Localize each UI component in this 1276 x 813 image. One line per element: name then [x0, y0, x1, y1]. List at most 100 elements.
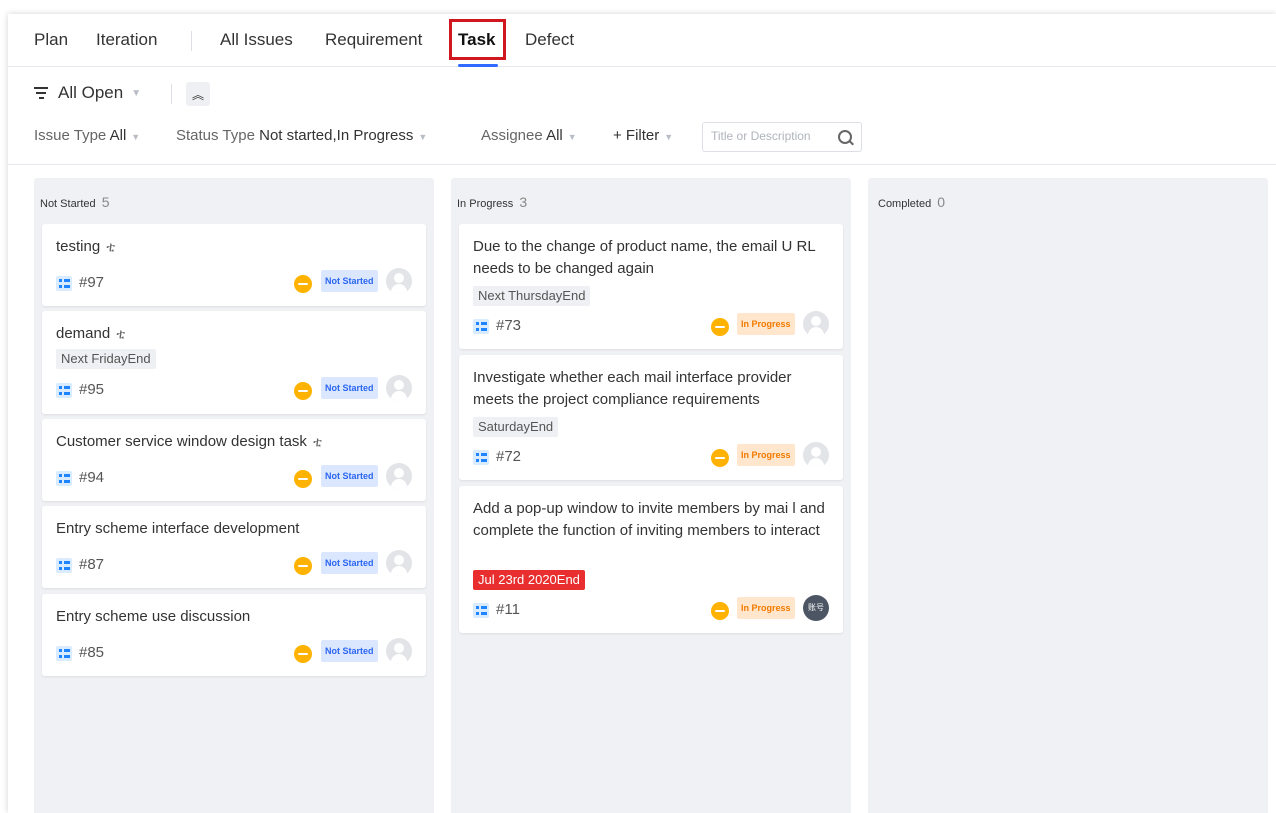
avatar[interactable] — [803, 442, 829, 468]
chevron-down-icon: ▼ — [418, 132, 428, 142]
chevron-down-icon: ▼ — [664, 132, 674, 142]
column-title: Completed — [878, 198, 932, 210]
filter-icon — [34, 87, 48, 99]
priority-icon — [294, 382, 312, 400]
column-title: Not Started — [40, 198, 96, 210]
due-date-tag: SaturdayEnd — [473, 417, 559, 437]
tab-iteration[interactable]: Iteration — [96, 30, 157, 50]
view-selector[interactable]: All Open ▼ — [34, 83, 141, 103]
avatar[interactable] — [386, 463, 412, 489]
card-title-row: testing ቲ — [56, 236, 416, 258]
task-card[interactable]: Entry scheme use discussion #85 Not Star… — [42, 594, 426, 676]
app-frame: Plan Iteration All Issues Requirement Ta… — [8, 14, 1276, 813]
card-title: Add a pop-up window to invite members by… — [473, 500, 825, 539]
task-card[interactable]: Due to the change of product name, the e… — [459, 224, 843, 349]
column-count: 5 — [101, 194, 110, 210]
card-title-row: demand ቲ — [56, 323, 416, 345]
priority-icon — [711, 602, 729, 620]
column-header: Not Started 5 — [40, 194, 110, 210]
status-badge[interactable]: Not Started — [321, 640, 378, 662]
due-date-tag-overdue: Jul 23rd 2020End — [473, 570, 585, 590]
issue-id: #85 — [79, 644, 105, 661]
issue-id: #11 — [496, 601, 520, 618]
task-card[interactable]: Investigate whether each mail interface … — [459, 355, 843, 480]
avatar[interactable] — [386, 550, 412, 576]
tab-bar: Plan Iteration All Issues Requirement Ta… — [8, 14, 1276, 67]
card-title: Investigate whether each mail interface … — [473, 369, 792, 408]
tab-divider — [191, 31, 192, 51]
chevron-down-icon: ▼ — [131, 132, 141, 142]
due-date-tag: Next ThursdayEnd — [473, 286, 591, 306]
tab-defect[interactable]: Defect — [525, 30, 574, 50]
subtask-icon: ቲ — [106, 239, 116, 254]
avatar[interactable] — [386, 268, 412, 294]
assignee-value: All — [546, 127, 563, 144]
double-chevron-up-icon[interactable]: ︽ — [186, 82, 210, 106]
card-title-row: Entry scheme interface development — [56, 518, 416, 540]
column-count: 0 — [937, 194, 946, 210]
status-badge[interactable]: Not Started — [321, 270, 378, 292]
issue-id: #87 — [79, 556, 105, 573]
status-badge[interactable]: Not Started — [321, 377, 378, 399]
view-label: All Open — [58, 83, 124, 102]
add-filter-button[interactable]: + Filter ▼ — [613, 127, 673, 144]
column-count: 3 — [519, 194, 528, 210]
task-card[interactable]: Add a pop-up window to invite members by… — [459, 486, 843, 633]
priority-icon — [294, 275, 312, 293]
status-type-filter[interactable]: Status Type Not started,In Progress ▼ — [176, 127, 427, 144]
issue-type-label: Issue Type — [34, 127, 107, 144]
tab-plan[interactable]: Plan — [34, 30, 68, 50]
status-badge[interactable]: In Progress — [737, 313, 795, 335]
task-card[interactable]: testing ቲ #97 Not Started — [42, 224, 426, 306]
task-tab-highlight-box — [449, 19, 506, 60]
status-badge[interactable]: Not Started — [321, 552, 378, 574]
column-completed: Completed 0 — [868, 178, 1268, 813]
search-box[interactable] — [702, 122, 862, 152]
task-type-icon — [56, 471, 72, 486]
column-header: Completed 0 — [878, 194, 945, 210]
issue-id: #94 — [79, 469, 105, 486]
status-type-value: Not started,In Progress — [259, 127, 414, 144]
task-type-icon — [473, 603, 489, 618]
issue-id: #73 — [496, 317, 522, 334]
tab-all-issues[interactable]: All Issues — [220, 30, 293, 50]
subtask-icon: ቲ — [116, 326, 126, 341]
assignee-label: Assignee — [481, 127, 543, 144]
issue-type-filter[interactable]: Issue Type All ▼ — [34, 127, 140, 144]
priority-icon — [711, 318, 729, 336]
status-badge[interactable]: Not Started — [321, 465, 378, 487]
avatar[interactable]: 账号 — [803, 595, 829, 621]
subtask-icon: ቲ — [313, 434, 322, 449]
avatar[interactable] — [386, 375, 412, 401]
issue-id: #95 — [79, 381, 105, 398]
avatar[interactable] — [803, 311, 829, 337]
task-type-icon — [473, 450, 489, 465]
task-card[interactable]: Customer service window design task ቲ #9… — [42, 419, 426, 501]
task-card[interactable]: demand ቲ Next FridayEnd #95 Not Started — [42, 311, 426, 414]
task-type-icon — [56, 383, 72, 398]
column-in-progress: In Progress 3 Due to the change of produ… — [451, 178, 851, 813]
task-type-icon — [473, 319, 489, 334]
status-badge[interactable]: In Progress — [737, 444, 795, 466]
tab-requirement[interactable]: Requirement — [325, 30, 422, 50]
priority-icon — [294, 557, 312, 575]
avatar[interactable] — [386, 638, 412, 664]
assignee-filter[interactable]: Assignee All ▼ — [481, 127, 577, 144]
issue-id: #72 — [496, 448, 522, 465]
issue-id: #97 — [79, 274, 105, 291]
task-type-icon — [56, 276, 72, 291]
task-type-icon — [56, 646, 72, 661]
card-title: demand — [56, 325, 111, 342]
status-type-label: Status Type — [176, 127, 255, 144]
chevron-down-icon: ▼ — [567, 132, 577, 142]
search-icon[interactable] — [838, 130, 852, 144]
card-title: Entry scheme use discussion — [56, 608, 251, 625]
status-badge[interactable]: In Progress — [737, 597, 795, 619]
task-card[interactable]: Entry scheme interface development #87 N… — [42, 506, 426, 588]
card-title: Due to the change of product name, the e… — [473, 238, 816, 277]
toolbar: All Open ▼ ︽ Issue Type All ▼ Status Type… — [8, 67, 1276, 165]
due-date-tag: Next FridayEnd — [56, 349, 156, 369]
add-filter-label: + Filter — [613, 127, 660, 144]
column-header: In Progress 3 — [457, 194, 527, 210]
search-input[interactable] — [711, 129, 829, 143]
